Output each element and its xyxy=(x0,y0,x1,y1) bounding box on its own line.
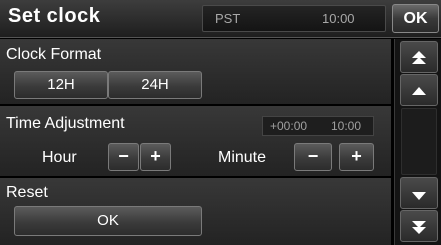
page-title: Set clock xyxy=(8,5,101,27)
time-offset: +00:00 xyxy=(270,119,308,133)
minute-label: Minute xyxy=(218,149,267,166)
hour-decrement-button[interactable]: − xyxy=(108,143,139,171)
scroll-up-button[interactable] xyxy=(400,74,438,106)
format-12h-button[interactable]: 12H xyxy=(14,71,108,99)
double-down-arrow-icon xyxy=(412,221,426,234)
format-24h-button[interactable]: 24H xyxy=(108,71,202,99)
current-time: 10:00 xyxy=(322,11,355,26)
header-ok-button[interactable]: OK xyxy=(392,4,439,33)
reset-label: Reset xyxy=(6,184,48,201)
double-up-arrow-icon xyxy=(412,51,426,64)
reset-ok-button[interactable]: OK xyxy=(14,206,202,236)
hour-label: Hour xyxy=(42,149,77,166)
minute-increment-button[interactable]: + xyxy=(339,143,374,171)
scroll-to-bottom-button[interactable] xyxy=(400,210,438,242)
adjusted-time: 10:00 xyxy=(331,119,362,133)
hour-increment-button[interactable]: + xyxy=(140,143,171,171)
clock-format-label: Clock Format xyxy=(6,46,102,63)
scrollbar-thumb[interactable] xyxy=(401,108,437,175)
minute-decrement-button[interactable]: − xyxy=(294,143,332,171)
down-arrow-icon xyxy=(412,192,426,200)
set-clock-screen: Set clock PST 10:00 OK Clock Format 12H … xyxy=(0,0,441,245)
timezone-label: PST xyxy=(215,11,241,26)
scroll-to-top-button[interactable] xyxy=(400,41,438,73)
up-arrow-icon xyxy=(412,87,426,95)
scroll-down-button[interactable] xyxy=(400,177,438,209)
time-adjustment-label: Time Adjustment xyxy=(6,115,125,132)
